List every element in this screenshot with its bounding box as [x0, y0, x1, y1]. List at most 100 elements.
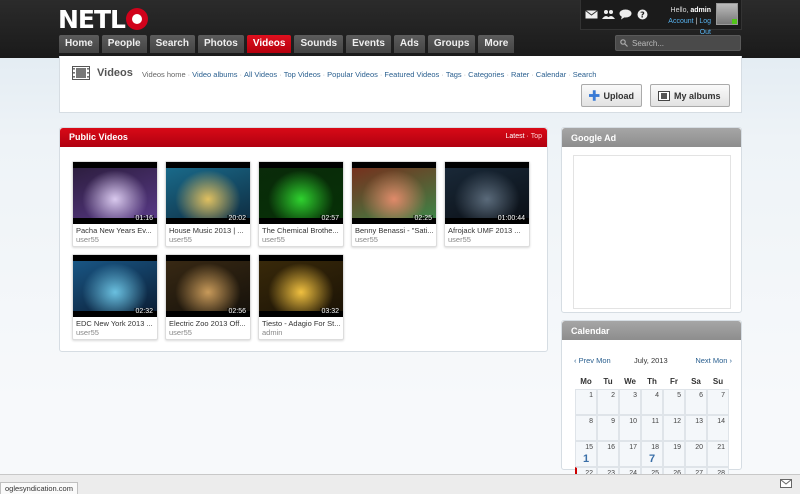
calendar-day[interactable]: 5 — [663, 389, 685, 415]
calendar-day[interactable]: 7 — [707, 389, 729, 415]
tab-search[interactable]: Search — [149, 35, 195, 53]
letterbox-top — [259, 162, 343, 168]
video-card[interactable]: 02:32 EDC New York 2013 ... user55 — [72, 254, 158, 340]
status-mail-icon[interactable] — [780, 479, 792, 488]
chat-icon[interactable] — [619, 9, 632, 20]
upload-button[interactable]: Upload — [581, 84, 642, 107]
calendar-day[interactable]: 11 — [641, 415, 663, 441]
calendar-day[interactable]: 19 — [663, 441, 685, 467]
video-card[interactable]: 03:32 Tiesto - Adagio For St... admin — [258, 254, 344, 340]
video-title[interactable]: EDC New York 2013 ... — [73, 317, 157, 328]
calendar-day[interactable]: 10 — [619, 415, 641, 441]
video-owner[interactable]: user55 — [352, 235, 436, 244]
video-thumbnail[interactable]: 02:56 — [166, 255, 250, 317]
video-owner[interactable]: user55 — [259, 235, 343, 244]
search-box[interactable] — [615, 35, 741, 51]
video-owner[interactable]: user55 — [73, 235, 157, 244]
user-name[interactable]: admin — [690, 7, 711, 14]
video-owner[interactable]: admin — [259, 328, 343, 337]
search-input[interactable] — [632, 38, 732, 48]
sublink-search[interactable]: Search — [573, 70, 597, 79]
prev-month-link[interactable]: ‹ Prev Mon — [574, 356, 611, 365]
tab-people[interactable]: People — [101, 35, 147, 53]
sublink-tags[interactable]: Tags — [446, 70, 462, 79]
tab-videos[interactable]: Videos — [246, 35, 292, 53]
day-number: 7 — [721, 392, 725, 399]
sublink-rater[interactable]: Rater — [511, 70, 529, 79]
tab-sounds[interactable]: Sounds — [294, 35, 344, 53]
sublink-all-videos[interactable]: All Videos — [244, 70, 277, 79]
sublink-popular-videos[interactable]: Popular Videos — [327, 70, 378, 79]
avatar[interactable] — [716, 3, 738, 25]
account-link[interactable]: Account — [668, 18, 693, 25]
netlo-logo[interactable]: NETL — [58, 5, 148, 34]
calendar-day[interactable]: 17 — [619, 441, 641, 467]
calendar-day[interactable]: 14 — [707, 415, 729, 441]
day-number: 19 — [673, 444, 681, 451]
tab-ads[interactable]: Ads — [393, 35, 425, 53]
calendar-day[interactable]: 3 — [619, 389, 641, 415]
logout-link[interactable]: Log Out — [699, 18, 711, 36]
sort-latest-link[interactable]: Latest — [506, 133, 525, 140]
video-thumbnail[interactable]: 02:25 — [352, 162, 436, 224]
video-thumbnail[interactable]: 02:32 — [73, 255, 157, 317]
calendar-day[interactable]: 20 — [685, 441, 707, 467]
calendar-day[interactable]: 4 — [641, 389, 663, 415]
video-title[interactable]: Benny Benassi - "Sati... — [352, 224, 436, 235]
video-card[interactable]: 02:25 Benny Benassi - "Sati... user55 — [351, 161, 437, 247]
video-owner[interactable]: user55 — [166, 235, 250, 244]
video-owner[interactable]: user55 — [445, 235, 529, 244]
calendar-day[interactable]: 1 — [575, 389, 597, 415]
sublink-categories[interactable]: Categories — [468, 70, 504, 79]
sublink-calendar[interactable]: Calendar — [536, 70, 566, 79]
day-video-count[interactable]: 7 — [642, 453, 662, 465]
video-thumbnail[interactable]: 03:32 — [259, 255, 343, 317]
sublink-featured-videos[interactable]: Featured Videos — [384, 70, 439, 79]
video-title[interactable]: House Music 2013 | ... — [166, 224, 250, 235]
video-title[interactable]: Electric Zoo 2013 Off... — [166, 317, 250, 328]
video-title[interactable]: Pacha New Years Ev... — [73, 224, 157, 235]
tab-events[interactable]: Events — [346, 35, 391, 53]
calendar-day[interactable]: 16 — [597, 441, 619, 467]
video-thumbnail[interactable]: 01:16 — [73, 162, 157, 224]
video-thumbnail[interactable]: 01:00:44 — [445, 162, 529, 224]
help-icon[interactable]: ? — [636, 9, 649, 20]
calendar-day[interactable]: 9 — [597, 415, 619, 441]
letterbox-top — [73, 162, 157, 168]
video-title[interactable]: Afrojack UMF 2013 ... — [445, 224, 529, 235]
day-number: 8 — [589, 418, 593, 425]
friends-icon[interactable] — [602, 9, 615, 20]
video-thumbnail[interactable]: 20:02 — [166, 162, 250, 224]
sublink-videos-home[interactable]: Videos home — [142, 70, 186, 79]
video-card[interactable]: 01:16 Pacha New Years Ev... user55 — [72, 161, 158, 247]
calendar-day[interactable]: 15 1 — [575, 441, 597, 467]
video-owner[interactable]: user55 — [166, 328, 250, 337]
my-albums-button[interactable]: My albums — [650, 84, 730, 107]
sort-top-link[interactable]: Top — [531, 133, 542, 140]
day-video-count[interactable]: 1 — [576, 453, 596, 465]
video-card[interactable]: 20:02 House Music 2013 | ... user55 — [165, 161, 251, 247]
calendar-day[interactable]: 13 — [685, 415, 707, 441]
next-month-link[interactable]: Next Mon › — [695, 356, 732, 365]
video-owner[interactable]: user55 — [73, 328, 157, 337]
video-card[interactable]: 02:56 Electric Zoo 2013 Off... user55 — [165, 254, 251, 340]
sublink-top-videos[interactable]: Top Videos — [284, 70, 321, 79]
calendar-day[interactable]: 18 7 — [641, 441, 663, 467]
video-title[interactable]: The Chemical Brothe... — [259, 224, 343, 235]
video-card[interactable]: 01:00:44 Afrojack UMF 2013 ... user55 — [444, 161, 530, 247]
calendar-day[interactable]: 2 — [597, 389, 619, 415]
tab-groups[interactable]: Groups — [427, 35, 476, 53]
calendar-day[interactable]: 8 — [575, 415, 597, 441]
ad-slot[interactable] — [573, 155, 731, 309]
calendar-day[interactable]: 21 — [707, 441, 729, 467]
video-thumbnail[interactable]: 02:57 — [259, 162, 343, 224]
calendar-day[interactable]: 12 — [663, 415, 685, 441]
tab-more[interactable]: More — [478, 35, 515, 53]
tab-home[interactable]: Home — [59, 35, 99, 53]
sublink-video-albums[interactable]: Video albums — [192, 70, 237, 79]
tab-photos[interactable]: Photos — [197, 35, 244, 53]
video-card[interactable]: 02:57 The Chemical Brothe... user55 — [258, 161, 344, 247]
mail-icon[interactable] — [585, 9, 598, 20]
calendar-day[interactable]: 6 — [685, 389, 707, 415]
video-title[interactable]: Tiesto - Adagio For St... — [259, 317, 343, 328]
